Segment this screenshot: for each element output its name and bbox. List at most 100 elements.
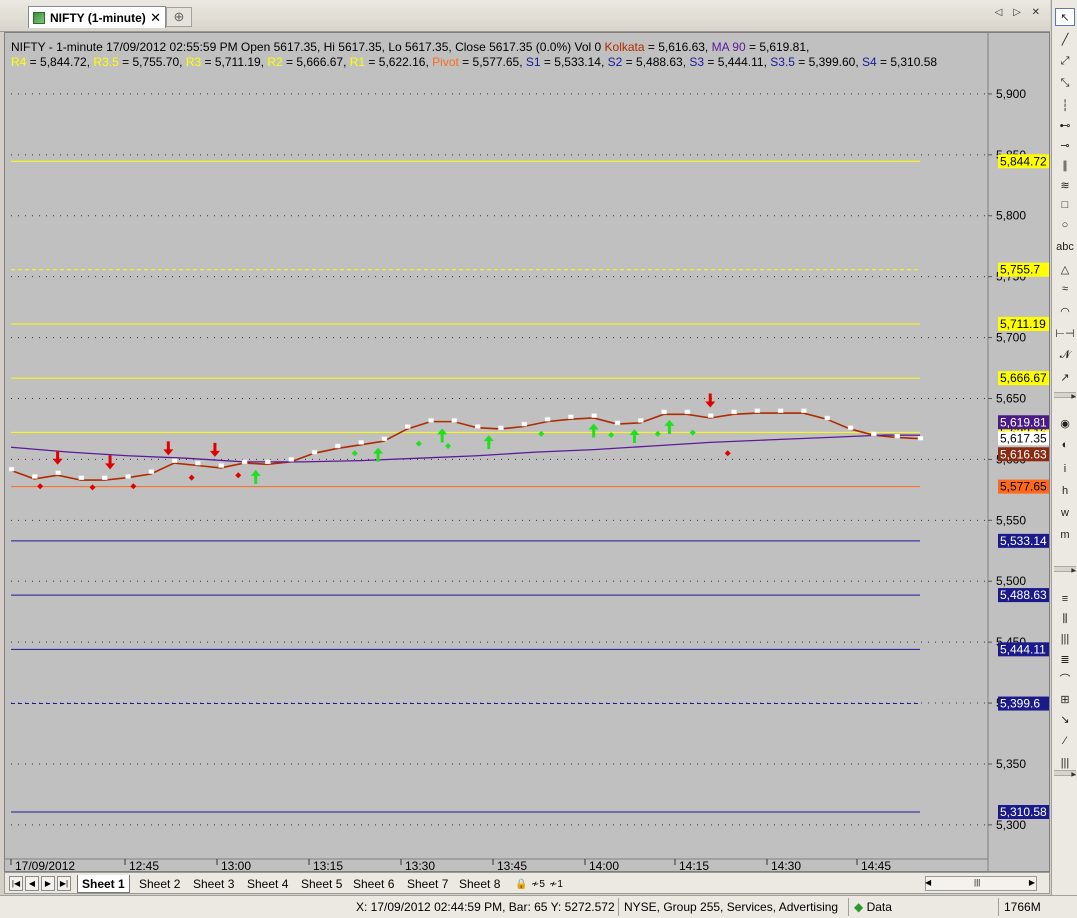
close-bar	[521, 421, 528, 427]
close-bar	[871, 431, 877, 437]
header-segment: = 5,488.63,	[622, 55, 690, 69]
drawing-tool-icon[interactable]: ∥	[1055, 156, 1075, 174]
drawing-tool-icon[interactable]: i	[1055, 460, 1075, 478]
drawing-tool-icon[interactable]: △	[1055, 260, 1075, 278]
buy-marker	[415, 440, 422, 447]
drawing-tool-icon[interactable]: w	[1055, 504, 1075, 522]
drawing-tool-icon[interactable]: ⫼	[1055, 610, 1075, 628]
header-segment: = 5,444.11,	[704, 55, 771, 69]
pivot-label-s3: 5,444.11	[1000, 642, 1046, 656]
header-segment: = 5,577.65,	[458, 55, 526, 69]
data-status-icon: ◆	[854, 900, 864, 914]
price-chart[interactable]: 5,3005,3505,4005,4505,5005,5505,6005,650…	[5, 33, 1049, 871]
sheet-nav-button[interactable]: ◀	[25, 876, 39, 891]
toolbar-separator[interactable]: ▶	[1054, 770, 1076, 778]
close-bar	[847, 425, 854, 430]
close-bar	[358, 440, 364, 445]
drawing-tool-icon[interactable]: ⊷	[1055, 116, 1075, 134]
drawing-tool-icon[interactable]: ⌒	[1055, 670, 1075, 688]
drawing-tool-icon[interactable]: ⊸	[1055, 136, 1075, 154]
drawing-tool-icon[interactable]: ◐	[1055, 436, 1075, 454]
sheet-tab[interactable]: Sheet 6	[349, 875, 398, 893]
y-tick-label: 5,800	[996, 209, 1026, 223]
close-bar	[731, 409, 737, 415]
drawing-tool-icon[interactable]: ≡	[1055, 590, 1075, 608]
sheet-nav-button[interactable]: |◀	[9, 876, 23, 891]
header-segment: R3	[185, 55, 202, 69]
close-icon[interactable]: ✕	[150, 10, 161, 26]
header-segment: = 5,622.16,	[365, 55, 433, 69]
drawing-tool-icon[interactable]: ⊞	[1055, 690, 1075, 708]
drawing-tool-icon[interactable]: ╱	[1055, 30, 1075, 48]
chart-icon	[33, 11, 45, 24]
pivot-label-s3-5: 5,399.6	[1000, 697, 1040, 711]
drawing-tool-icon[interactable]: ≋	[1055, 176, 1075, 194]
sheet-nav-button[interactable]: ▶	[41, 876, 55, 891]
drawing-tool-icon[interactable]: ┆	[1055, 96, 1075, 114]
close-bar	[288, 457, 294, 462]
x-tick-label: 13:45	[497, 859, 527, 871]
sheet-tab[interactable]: Sheet 1	[77, 875, 130, 893]
close-bar	[218, 463, 225, 468]
drawing-tool-icon[interactable]: ≈	[1055, 280, 1075, 298]
close-bar	[125, 474, 131, 479]
sell-arrow	[705, 393, 716, 408]
new-tab-button[interactable]: ⊕	[166, 7, 192, 27]
close-bar	[754, 408, 761, 413]
tab-navigation[interactable]: ◁ ▷ ✕	[995, 7, 1044, 18]
buy-arrow	[437, 428, 448, 443]
drawing-tool-icon[interactable]: ↖	[1055, 8, 1075, 26]
header-segment: = 5,619.81,	[745, 40, 810, 54]
sell-marker	[37, 483, 44, 490]
drawing-tool-icon[interactable]: ↘	[1055, 710, 1075, 728]
drawing-tool-icon[interactable]: ↗	[1055, 368, 1075, 386]
sheet-tab[interactable]: Sheet 2	[135, 875, 184, 893]
sheet-tab[interactable]: Sheet 7	[403, 875, 452, 893]
cursor-readout: X: 17/09/2012 02:44:59 PM, Bar: 65 Y: 52…	[356, 900, 615, 914]
data-status[interactable]: ◆ Data	[854, 900, 892, 914]
close-bar	[428, 418, 434, 423]
header-segment: NIFTY - 1-minute 17/09/2012 02:55:59 PM …	[11, 40, 605, 54]
drawing-tool-icon[interactable]: ⁄	[1055, 732, 1075, 750]
scroll-grip[interactable]: |||	[974, 878, 980, 887]
sheet-tabs-bar: ◀ ||| ▶ |◀ ◀ ▶ ▶| Sheet 1 Sheet 2 Sheet 3 Sheet…	[4, 872, 1050, 894]
drawing-tool-icon[interactable]: ◠	[1055, 302, 1075, 320]
buy-marker	[608, 432, 615, 439]
drawing-tool-icon[interactable]: □	[1055, 196, 1075, 214]
tab-strip: NIFTY (1-minute) ✕ ⊕ ◁ ▷ ✕	[0, 0, 1050, 32]
drawing-tool-icon[interactable]: ⤡	[1055, 74, 1075, 92]
sheet-nav-button[interactable]: ▶|	[57, 876, 71, 891]
drawing-tool-icon[interactable]: abc	[1055, 238, 1075, 256]
close-bar	[777, 408, 784, 413]
sheet-option-icon[interactable]: ≁1	[545, 875, 567, 893]
drawing-tool-icon[interactable]: ⊢⊣	[1055, 324, 1075, 342]
drawing-tool-icon[interactable]: |||	[1055, 630, 1075, 648]
drawing-tool-icon[interactable]: m	[1055, 526, 1075, 544]
drawing-tool-icon[interactable]: h	[1055, 482, 1075, 500]
drawing-tool-icon[interactable]: ◉	[1055, 414, 1075, 432]
header-segment: S2	[607, 55, 623, 69]
chart-area[interactable]: 5,3005,3505,4005,4505,5005,5505,6005,650…	[4, 32, 1050, 872]
header-segment: MA 90	[711, 40, 746, 54]
sheet-tab[interactable]: Sheet 8	[455, 875, 504, 893]
close-bar	[684, 409, 691, 415]
drawing-tool-icon[interactable]: ⤢	[1055, 52, 1075, 70]
toolbar-separator[interactable]: ▶	[1054, 566, 1076, 574]
buy-marker	[689, 429, 696, 436]
drawing-tool-icon[interactable]: 𝓝	[1055, 346, 1075, 364]
scroll-left-icon[interactable]: ◀	[925, 878, 931, 887]
sheet-tab[interactable]: Sheet 5	[297, 875, 346, 893]
close-bar	[381, 436, 388, 441]
toolbar-separator[interactable]: ▶	[1054, 392, 1076, 400]
horizontal-scrollbar[interactable]: ◀ ||| ▶	[925, 876, 1037, 891]
buy-marker	[351, 450, 358, 457]
sheet-tab[interactable]: Sheet 4	[243, 875, 292, 893]
drawing-tool-icon[interactable]: ○	[1055, 216, 1075, 234]
sheet-tab[interactable]: Sheet 3	[189, 875, 238, 893]
y-tick-label: 5,550	[996, 513, 1026, 527]
drawing-tool-icon[interactable]: ≣	[1055, 650, 1075, 668]
close-bar	[474, 424, 481, 429]
chart-tab[interactable]: NIFTY (1-minute) ✕	[28, 6, 166, 28]
scroll-right-icon[interactable]: ▶	[1029, 878, 1035, 887]
close-bar	[55, 470, 61, 476]
